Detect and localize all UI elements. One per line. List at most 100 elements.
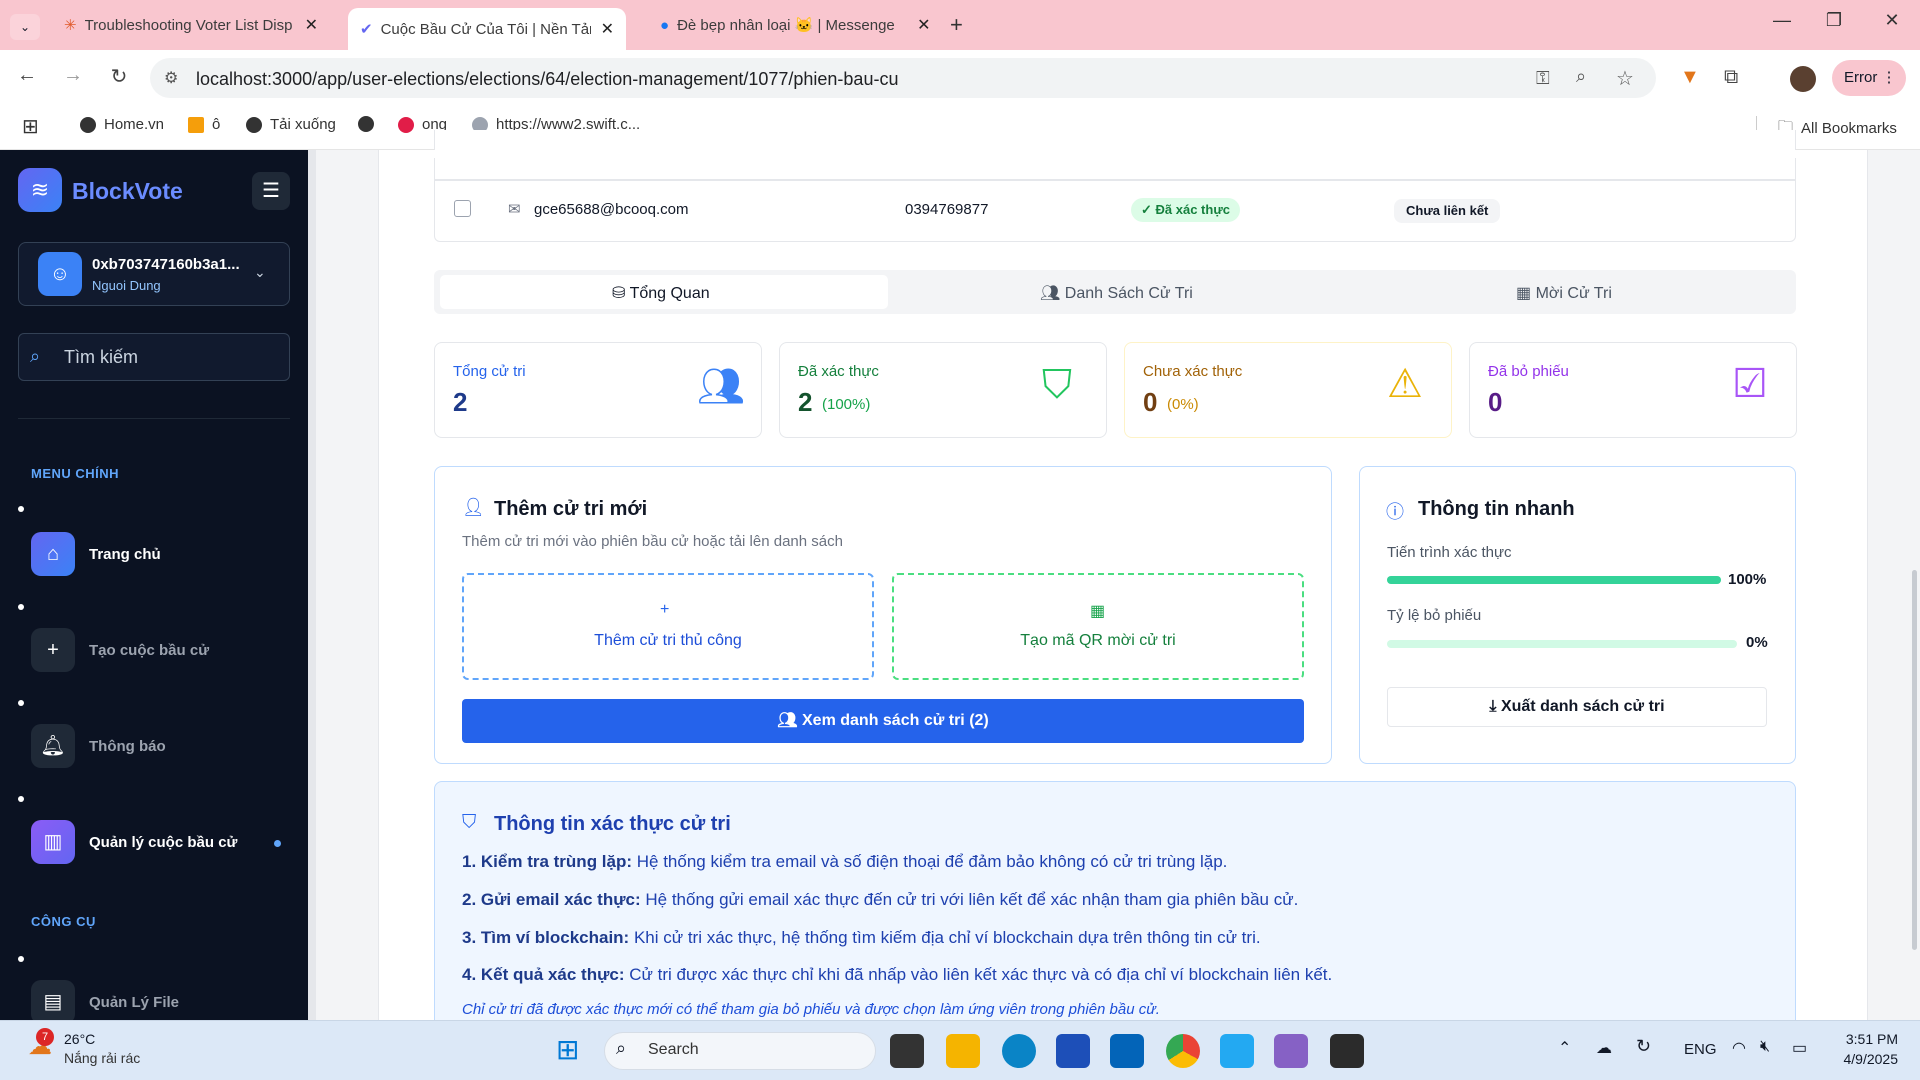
close-tab-icon[interactable]: ✕ [917, 15, 930, 35]
check-circle-icon: ☑ [1732, 362, 1768, 406]
task-view-icon[interactable] [890, 1034, 924, 1068]
progress-fill [1387, 576, 1721, 584]
user-plus-icon: + [660, 601, 670, 618]
sidebar-item-notifications[interactable]: 🔔︎ Thông báo [26, 724, 302, 770]
network-icon[interactable]: ☁ [1596, 1038, 1612, 1058]
weather-desc: Nắng rải rác [64, 1050, 141, 1066]
progress-pct: 100% [1728, 571, 1767, 588]
zoom-icon[interactable]: ⌕ [1576, 66, 1586, 87]
close-tab-icon[interactable]: ✕ [601, 19, 614, 39]
globe-icon [80, 116, 96, 133]
active-indicator [274, 840, 281, 847]
quick-info-title: Thông tin nhanh [1418, 498, 1575, 520]
warning-icon: ⚠ [1387, 362, 1423, 406]
bookmark-item[interactable]: ô [188, 116, 220, 133]
globe-icon [358, 116, 374, 132]
battery-icon[interactable]: ▭ [1792, 1038, 1807, 1058]
bullet [18, 604, 24, 610]
vscode-icon[interactable] [1220, 1034, 1254, 1068]
browser-tab[interactable]: ● Đè bẹp nhân loại 🐱 | Messenge ✕ [648, 8, 942, 42]
users-icon: 👥︎ [697, 366, 746, 408]
sidebar-search-input[interactable] [18, 333, 290, 381]
profile-error-button[interactable]: Error ⋮ [1832, 60, 1906, 96]
info-line: 2. Gửi email xác thực: Hệ thống gửi emai… [462, 890, 1299, 909]
sidebar-item-home[interactable]: ⌂ Trang chủ [26, 532, 302, 578]
stat-voted: Đã bỏ phiếu 0 ☑ [1469, 342, 1797, 438]
browser-tab[interactable]: ✳ Troubleshooting Voter List Disp ✕ [52, 8, 330, 42]
outlook-icon[interactable] [1110, 1034, 1144, 1068]
bookmark-item[interactable]: Tải xuống [246, 116, 336, 133]
sync-icon[interactable]: ↻ [1636, 1036, 1651, 1057]
new-tab-button[interactable]: + [950, 12, 963, 38]
bullet [18, 956, 24, 962]
view-voter-list-button[interactable]: 👥︎ Xem danh sách cử tri (2) [462, 699, 1304, 743]
users-icon: 👥︎ [777, 712, 802, 729]
database-icon: ⛁ [612, 285, 630, 302]
weather-temp: 26°C [64, 1031, 96, 1047]
minimize-button[interactable]: — [1762, 10, 1802, 31]
visual-studio-icon[interactable] [1274, 1034, 1308, 1068]
search-icon: ⌕ [616, 1038, 627, 1058]
browser-tab-active[interactable]: ✔ Cuộc Bầu Cử Của Tôi | Nền Tảng ✕ [348, 8, 626, 50]
add-voter-subtitle: Thêm cử tri mới vào phiên bầu cử hoặc tả… [462, 533, 843, 550]
menu-toggle-button[interactable]: ☰ [252, 172, 290, 210]
profile-avatar[interactable] [1790, 66, 1816, 92]
back-icon[interactable]: ← [12, 64, 42, 87]
restore-button[interactable]: ❐ [1814, 10, 1854, 31]
tab-overview-label: ⛁ Tổng Quan [612, 285, 710, 302]
terminal-icon[interactable] [1330, 1034, 1364, 1068]
taskbar-search[interactable] [604, 1032, 876, 1070]
apps-grid-icon[interactable]: ⊞ [22, 114, 39, 139]
extensions-icon[interactable]: ⧉ [1724, 66, 1738, 89]
language-indicator[interactable]: ENG [1684, 1041, 1717, 1058]
metamask-icon[interactable]: ▼ [1680, 66, 1700, 89]
reload-icon[interactable]: ↻ [104, 64, 134, 89]
star-icon[interactable]: ☆ [1616, 66, 1634, 91]
clock-time[interactable]: 3:51 PM [1838, 1031, 1898, 1047]
chevron-down-icon[interactable]: ⌄ [254, 264, 266, 281]
close-window-button[interactable]: ✕ [1872, 10, 1912, 31]
vote-rate-label: Tỷ lệ bỏ phiếu [1387, 607, 1482, 624]
export-voter-list-button[interactable]: ⤓ Xuất danh sách cử tri [1387, 687, 1767, 727]
mail-icon: ✉ [508, 201, 521, 218]
progress-track [1387, 576, 1721, 584]
chevron-up-icon[interactable]: ⌃ [1558, 1038, 1571, 1058]
tab-search-icon[interactable]: ⌄ [10, 14, 40, 40]
qr-icon: ▦ [1090, 603, 1106, 620]
divider [18, 418, 290, 419]
home-icon: ⌂ [31, 532, 75, 576]
bookmark-item[interactable]: Home.vn [80, 116, 164, 133]
wifi-icon[interactable]: ◠ [1732, 1038, 1746, 1058]
sidebar-scrollbar[interactable] [308, 150, 316, 1020]
volume-icon[interactable]: 🔇︎ [1760, 1038, 1770, 1056]
add-manual-button[interactable]: + Thêm cử tri thủ công [462, 573, 874, 680]
store-icon[interactable] [1056, 1034, 1090, 1068]
user-address: 0xb703747160b3a1... [92, 256, 240, 273]
site-info-icon[interactable]: ⚙ [164, 68, 178, 88]
chrome-icon[interactable] [1166, 1034, 1200, 1068]
tab-voter-list[interactable]: 👥︎ Danh Sách Cử Tri [1040, 283, 1193, 303]
section-main-label: MENU CHÍNH [31, 466, 120, 481]
search-placeholder: Tìm kiếm [64, 347, 138, 367]
clock-date[interactable]: 4/9/2025 [1830, 1051, 1899, 1067]
weather-badge: 7 [36, 1028, 54, 1046]
sidebar-item-file-manager[interactable]: ▤ Quản Lý File [26, 980, 302, 1020]
stat-verified: Đã xác thực 2 (100%) ⛉ [779, 342, 1107, 438]
edge-icon[interactable] [1002, 1034, 1036, 1068]
info-note: Chỉ cử tri đã được xác thực mới có thể t… [462, 1001, 1160, 1018]
windows-start-icon[interactable]: ⊞ [556, 1033, 579, 1066]
row-checkbox[interactable] [454, 200, 471, 217]
vote-favicon: ✔ [360, 21, 373, 38]
main-scrollbar[interactable] [1912, 570, 1917, 950]
url-text: localhost:3000/app/user-elections/electi… [196, 69, 899, 89]
close-tab-icon[interactable]: ✕ [305, 15, 318, 35]
bookmark-item[interactable] [358, 116, 382, 132]
add-voter-title: Thêm cử tri mới [494, 498, 648, 520]
chart-icon: ▥ [31, 820, 75, 864]
tab-invite-voters[interactable]: ▦ Mời Cử Tri [1516, 283, 1612, 303]
file-explorer-icon[interactable] [946, 1034, 980, 1068]
forward-icon[interactable]: → [58, 64, 88, 87]
sidebar-item-manage-elections[interactable]: ▥ Quản lý cuộc bầu cử [26, 820, 302, 866]
create-qr-button[interactable]: ▦ Tạo mã QR mời cử tri [892, 573, 1304, 680]
key-icon[interactable]: ⚿ [1536, 68, 1550, 89]
